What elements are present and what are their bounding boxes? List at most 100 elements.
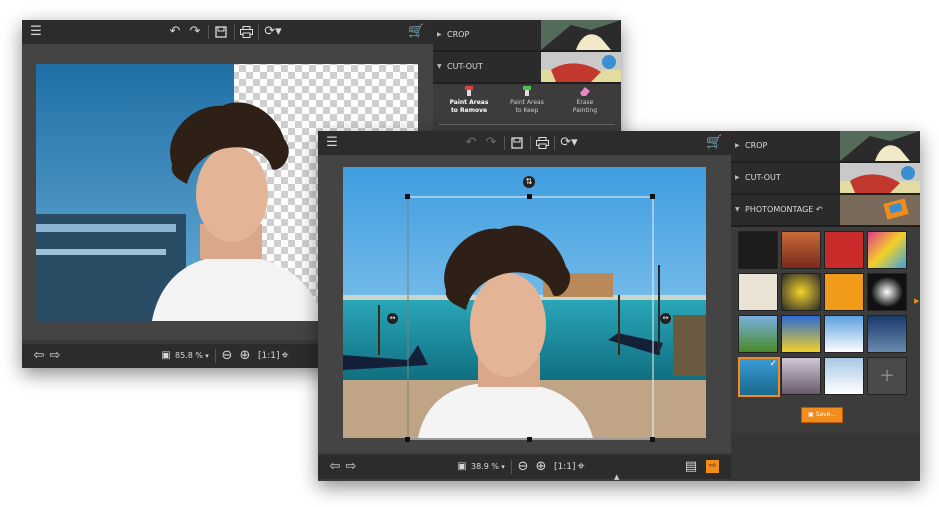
tool-label: to Remove [450,107,488,114]
menu-icon[interactable]: ☰ [28,20,44,44]
redo-icon[interactable]: ↷ [188,20,202,44]
side-panel: ▶ CROP ▶ CUT-OUT ▼ PHOTOMONTAGE ↶ ✓ + ▣ … [731,131,920,481]
save-icon[interactable] [214,20,228,47]
rotate-right-icon[interactable]: ⇨ [48,344,62,368]
export-image-icon[interactable]: ▤ [684,455,698,479]
tool-label: to Keep [515,107,539,114]
collapse-arrow-icon: ▶ [735,142,740,149]
print-icon[interactable] [239,20,253,47]
toolbar-divider [504,136,505,150]
section-photomontage[interactable]: ▼ PHOTOMONTAGE ↶ [731,195,920,227]
template-thumb-moon[interactable] [738,231,778,269]
template-thumb-city[interactable] [867,315,907,353]
rotate-right-icon[interactable]: ⇨ [344,455,358,479]
toolbar-divider [554,136,555,150]
undo-icon[interactable]: ↶ [168,20,182,44]
collapse-arrow-icon: ▶ [437,31,442,38]
rotate-left-icon[interactable]: ⇦ [32,344,46,368]
template-thumb-cow[interactable] [738,315,778,353]
exit-icon[interactable]: ⇨ [706,460,719,473]
section-cutout[interactable]: ▼ CUT-OUT [433,52,621,84]
cutout-thumbnail [840,163,920,193]
save-icon[interactable] [510,131,524,158]
print-icon[interactable] [535,131,549,158]
template-thumb-sparkle[interactable] [867,273,907,311]
zoom-out-icon[interactable]: ⊖ [220,344,234,368]
redo-icon[interactable]: ↷ [484,131,498,155]
cart-icon[interactable]: 🛒 [408,20,424,44]
template-thumb-emoji[interactable] [781,273,821,311]
tool-label: Erase [576,99,594,106]
template-thumb-frame[interactable] [781,357,821,395]
share-options-icon[interactable]: ⟳▾ [263,20,283,44]
paint-areas-to-remove-tool[interactable]: Paint Areas to Remove [441,86,497,115]
side-handle-icon[interactable]: ↔ [387,313,398,324]
expand-arrow-icon: ▼ [735,206,740,213]
zoom-out-icon[interactable]: ⊖ [516,455,530,479]
tool-underline [439,124,615,125]
zoom-dropdown-icon[interactable]: ▾ [499,455,507,479]
front-editor-window: ☰ ↶ ↷ ⟳▾ 🛒 ⇅ ↔ ↔ ⇦ ⇨ ▣ 38.9 % ▾ ⊖ ⊕ [1:1… [318,131,920,481]
rotate-handle-icon[interactable]: ⇅ [523,176,535,188]
section-crop[interactable]: ▶ CROP [731,131,920,163]
template-thumb-snowman[interactable] [824,315,864,353]
template-thumb-sunset[interactable] [781,231,821,269]
crop-handle[interactable] [405,437,410,442]
toolbar-divider [258,25,259,39]
montage-photo [343,167,706,440]
template-thumb-field[interactable] [781,315,821,353]
rotate-left-icon[interactable]: ⇦ [328,455,342,479]
crop-handle[interactable] [405,194,410,199]
top-toolbar: ☰ ↶ ↷ ⟳▾ 🛒 [318,131,731,155]
crop-handle[interactable] [650,437,655,442]
image-canvas[interactable]: ⇅ ↔ ↔ [318,155,731,453]
template-thumb-comic[interactable] [867,231,907,269]
panel-footer [731,433,920,481]
erase-painting-tool[interactable]: Erase Painting [557,86,613,115]
template-thumb-stamps[interactable] [738,273,778,311]
crop-handle[interactable] [527,437,532,442]
undo-icon[interactable]: ↶ [464,131,478,155]
collapse-arrow-icon: ▶ [735,174,740,181]
zoom-level[interactable]: 38.9 % [471,455,499,479]
fit-to-window-icon[interactable]: ⌖ [574,455,588,479]
actual-size-icon[interactable]: [1:1] [554,455,576,479]
template-thumb-heart[interactable] [824,231,864,269]
section-cutout[interactable]: ▶ CUT-OUT [731,163,920,195]
photomontage-thumbnail [840,195,920,225]
brush-remove-icon [465,86,473,96]
reset-icon[interactable]: ↶ [816,205,823,214]
image-size-icon: ▣ [161,350,171,361]
share-options-icon[interactable]: ⟳▾ [559,131,579,155]
toolbar-divider [208,25,209,39]
paint-areas-to-keep-tool[interactable]: Paint Areas to Keep [499,86,555,115]
template-thumb-bokeh[interactable] [824,273,864,311]
section-crop[interactable]: ▶ CROP [433,20,621,52]
toolbar-divider [511,460,512,474]
template-thumb-venice-selected[interactable]: ✓ [738,357,780,397]
crop-handle[interactable] [650,194,655,199]
zoom-in-icon[interactable]: ⊕ [534,455,548,479]
panel-scroll-arrow-icon[interactable]: ▶ [914,297,920,307]
tool-label: Painting [572,107,598,114]
side-handle-icon[interactable]: ↔ [660,313,671,324]
crop-handle[interactable] [527,194,532,199]
toolbar-divider [234,25,235,39]
toolbar-divider [215,349,216,363]
zoom-dropdown-icon[interactable]: ▾ [203,344,211,368]
save-montage-button[interactable]: ▣ Save... [801,407,843,423]
collapse-panel-icon[interactable]: ▲ [614,473,619,481]
crop-thumbnail [840,131,920,161]
menu-icon[interactable]: ☰ [324,131,340,155]
image-size-icon: ▣ [457,461,467,472]
expand-arrow-icon: ▼ [437,63,442,70]
fit-to-window-icon[interactable]: ⌖ [278,344,292,368]
add-template-button[interactable]: + [867,357,907,395]
template-thumb-winter[interactable] [824,357,864,395]
cart-icon[interactable]: 🛒 [706,131,722,155]
eraser-icon [580,87,590,96]
actual-size-icon[interactable]: [1:1] [258,344,280,368]
cutout-thumbnail [541,52,621,82]
zoom-level[interactable]: 85.8 % [175,344,203,368]
zoom-in-icon[interactable]: ⊕ [238,344,252,368]
